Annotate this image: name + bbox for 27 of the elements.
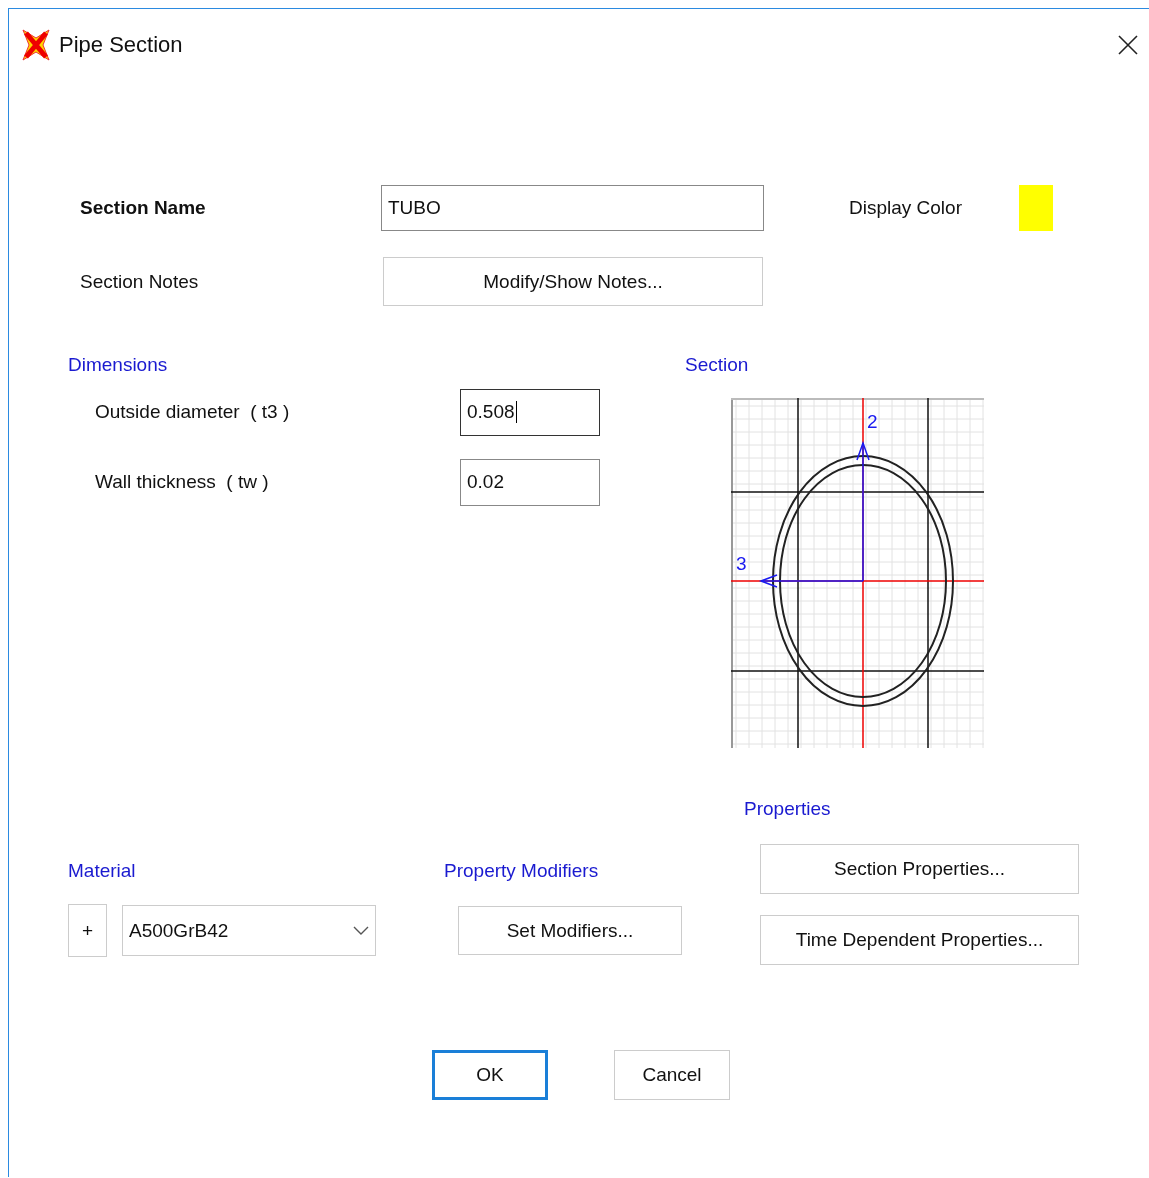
field-label: Outside diameter ( t3 ) — [94, 401, 291, 423]
app-logo-icon — [21, 28, 51, 62]
section-name-field[interactable]: TUBO — [381, 185, 764, 231]
group-header: Properties — [744, 798, 832, 820]
group-header: Section — [685, 354, 750, 376]
button[interactable]: Time Dependent Properties... — [760, 915, 1079, 965]
window-title: Pipe Section — [59, 32, 183, 58]
field-label: Section Name — [80, 197, 207, 219]
input-field[interactable]: 0.508 — [460, 388, 600, 436]
button[interactable]: Section Properties... — [760, 844, 1079, 894]
button[interactable]: Cancel — [614, 1050, 730, 1100]
field-label: Display Color — [849, 197, 963, 219]
chevron-down-icon — [353, 925, 369, 936]
button[interactable]: Set Modifiers... — [458, 906, 682, 955]
group-header: Material — [68, 860, 137, 882]
material-dropdown[interactable]: A500GrB42 — [122, 905, 376, 956]
close-icon[interactable] — [1117, 34, 1139, 56]
field-label: Section Notes — [80, 270, 200, 293]
input-field[interactable]: 0.02 — [460, 458, 600, 506]
color-swatch[interactable] — [1019, 185, 1053, 231]
group-header: Property Modifiers — [444, 860, 600, 882]
group-header: Dimensions — [68, 354, 169, 376]
pipe-section-drawing: 2 3 — [731, 398, 984, 748]
button[interactable]: OK — [432, 1050, 548, 1100]
field-label: Wall thickness ( tw ) — [94, 471, 270, 493]
button[interactable]: Modify/Show Notes... — [383, 257, 763, 306]
button[interactable]: + — [68, 904, 107, 957]
